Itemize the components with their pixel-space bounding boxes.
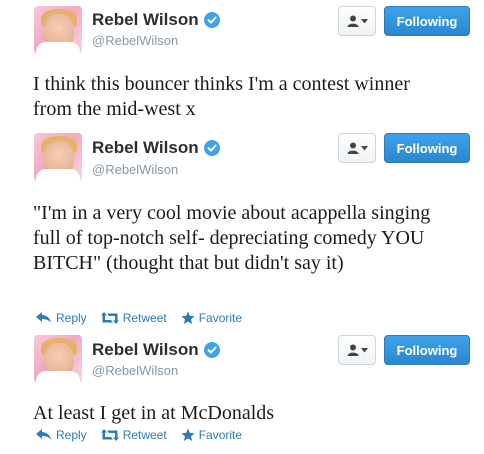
tweet-actions: Reply Retweet Favorite (36, 311, 256, 325)
star-icon (181, 311, 195, 324)
avatar[interactable] (34, 335, 82, 383)
retweet-icon (100, 429, 119, 441)
following-button[interactable]: Following (384, 6, 470, 36)
reply-icon (36, 312, 51, 323)
author-handle[interactable]: @RebelWilson (92, 33, 178, 48)
retweet-label: Retweet (122, 311, 167, 325)
author-name[interactable]: Rebel Wilson (92, 10, 199, 30)
avatar-dress (36, 169, 80, 181)
person-icon (347, 344, 358, 356)
tweet-actions: Reply Retweet Favorite (36, 428, 256, 442)
author-line: Rebel Wilson (92, 138, 220, 158)
retweet-label: Retweet (122, 428, 167, 442)
following-button[interactable]: Following (384, 133, 470, 163)
favorite-action[interactable]: Favorite (181, 311, 242, 325)
author-name[interactable]: Rebel Wilson (92, 340, 199, 360)
user-actions-button[interactable] (338, 335, 376, 365)
retweet-icon (100, 312, 119, 324)
person-icon (347, 142, 358, 154)
chevron-down-icon (360, 145, 368, 150)
retweet-action[interactable]: Retweet (100, 428, 167, 442)
tweet-text: "I'm in a very cool movie about acappell… (33, 202, 431, 274)
chevron-down-icon (360, 18, 368, 23)
avatar[interactable] (34, 133, 82, 181)
user-actions-button[interactable] (338, 133, 376, 163)
user-actions-button[interactable] (338, 6, 376, 36)
reply-label: Reply (56, 311, 87, 325)
author-name[interactable]: Rebel Wilson (92, 138, 199, 158)
reply-icon (36, 429, 51, 440)
favorite-action[interactable]: Favorite (181, 428, 242, 442)
author-line: Rebel Wilson (92, 10, 220, 30)
tweet-text: I think this bouncer thinks I'm a contes… (33, 73, 410, 120)
avatar-dress (36, 371, 80, 383)
author-handle[interactable]: @RebelWilson (92, 162, 178, 177)
verified-badge-icon (203, 140, 220, 156)
verified-badge-icon (203, 342, 220, 358)
reply-action[interactable]: Reply (36, 311, 87, 325)
chevron-down-icon (360, 347, 368, 352)
favorite-label: Favorite (198, 428, 243, 442)
avatar-dress (36, 42, 80, 54)
author-line: Rebel Wilson (92, 340, 220, 360)
verified-badge-icon (203, 12, 220, 28)
following-button[interactable]: Following (384, 335, 470, 365)
reply-label: Reply (56, 428, 87, 442)
retweet-action[interactable]: Retweet (100, 311, 167, 325)
favorite-label: Favorite (198, 311, 243, 325)
avatar[interactable] (34, 6, 82, 54)
star-icon (181, 428, 195, 441)
person-icon (347, 15, 358, 27)
author-handle[interactable]: @RebelWilson (92, 363, 178, 378)
reply-action[interactable]: Reply (36, 428, 87, 442)
tweet-text: At least I get in at McDonalds (33, 402, 275, 424)
